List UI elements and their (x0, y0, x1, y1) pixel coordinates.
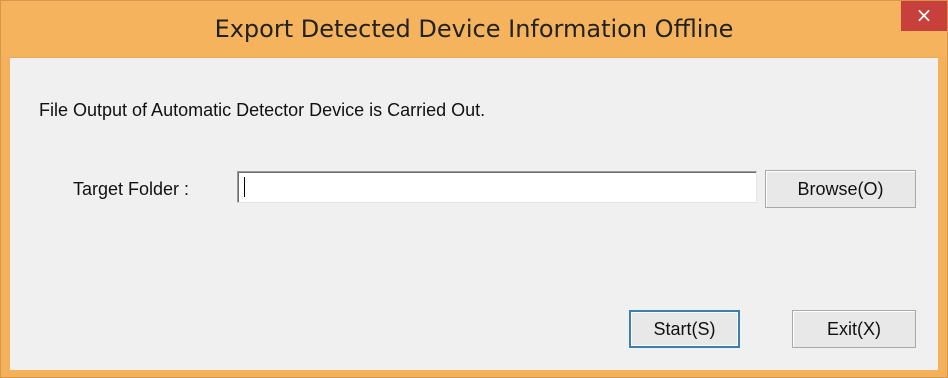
target-folder-label: Target Folder : (73, 179, 190, 199)
close-button[interactable]: × (901, 1, 947, 31)
browse-button[interactable]: Browse(O) (765, 170, 916, 208)
window-title: Export Detected Device Information Offli… (214, 15, 734, 43)
text-caret (244, 177, 245, 197)
exit-button[interactable]: Exit(X) (792, 310, 916, 348)
title-bar[interactable]: Export Detected Device Information Offli… (1, 1, 947, 57)
description-text: File Output of Automatic Detector Device… (39, 100, 486, 120)
close-icon: × (915, 3, 933, 27)
dialog-window: Export Detected Device Information Offli… (0, 0, 948, 378)
start-button[interactable]: Start(S) (629, 310, 740, 348)
target-folder-input[interactable] (237, 171, 757, 203)
